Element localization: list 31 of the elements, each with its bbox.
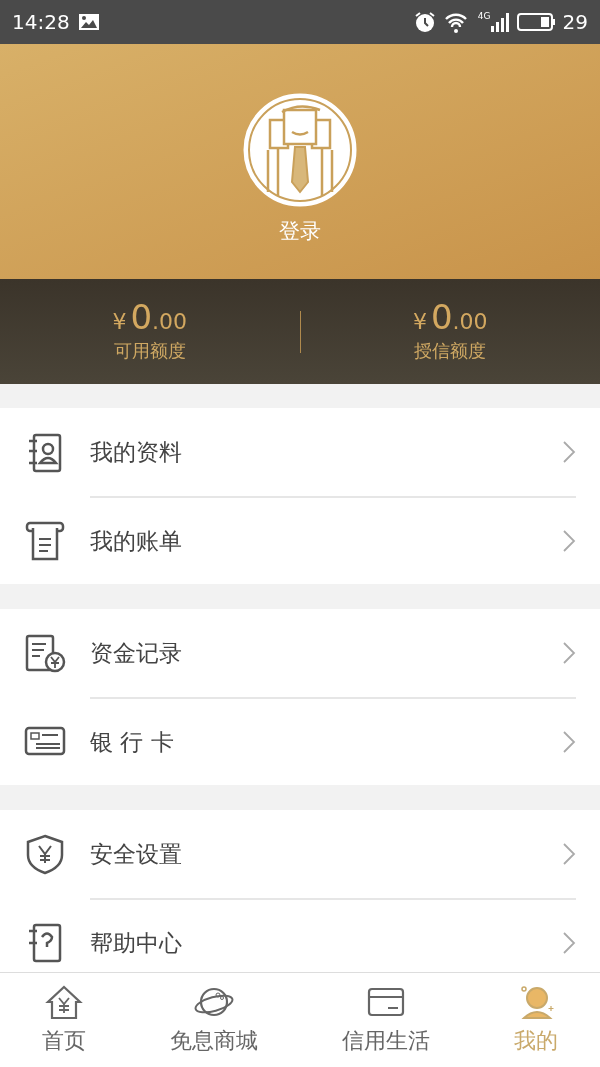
receipt-icon	[24, 519, 66, 561]
menu-item-label[interactable]: 我的资料	[90, 434, 182, 470]
chevron-right-icon	[562, 641, 576, 665]
menu-item-label[interactable]: 银 行 卡	[90, 724, 174, 760]
tab[interactable]: 信用生活	[300, 973, 472, 1067]
chevron-right-icon	[562, 730, 576, 754]
battery-icon	[516, 13, 555, 31]
document-coin-icon	[24, 632, 66, 674]
tab[interactable]: 首页	[0, 973, 128, 1067]
chevron-right-icon	[562, 931, 576, 955]
network-label: 4G	[477, 12, 491, 21]
amount: ¥0.00	[112, 299, 188, 337]
shield-yen-icon	[24, 833, 66, 875]
chevron-right-icon	[562, 842, 576, 866]
menu-item-label[interactable]: 帮助中心	[90, 925, 182, 961]
menu-item-label[interactable]: 资金记录	[90, 635, 182, 671]
battery-level: 29	[562, 9, 588, 36]
amount-label: 可用额度	[113, 338, 186, 363]
tab[interactable]: 免息商城	[128, 973, 300, 1067]
menu-item-label[interactable]: 安全设置	[90, 836, 182, 872]
chevron-right-icon	[562, 440, 576, 464]
house-yen-icon	[44, 983, 84, 1020]
signal-icon	[490, 12, 509, 32]
alarm-icon	[413, 11, 436, 33]
clock-time: 14:28	[12, 9, 70, 36]
amount: ¥0.00	[412, 299, 488, 337]
avatar-icon	[242, 91, 358, 208]
amount-label: 授信额度	[414, 338, 487, 363]
image-icon	[77, 13, 100, 31]
menu-item-label[interactable]: 我的账单	[90, 523, 182, 559]
chevron-right-icon	[562, 529, 576, 553]
